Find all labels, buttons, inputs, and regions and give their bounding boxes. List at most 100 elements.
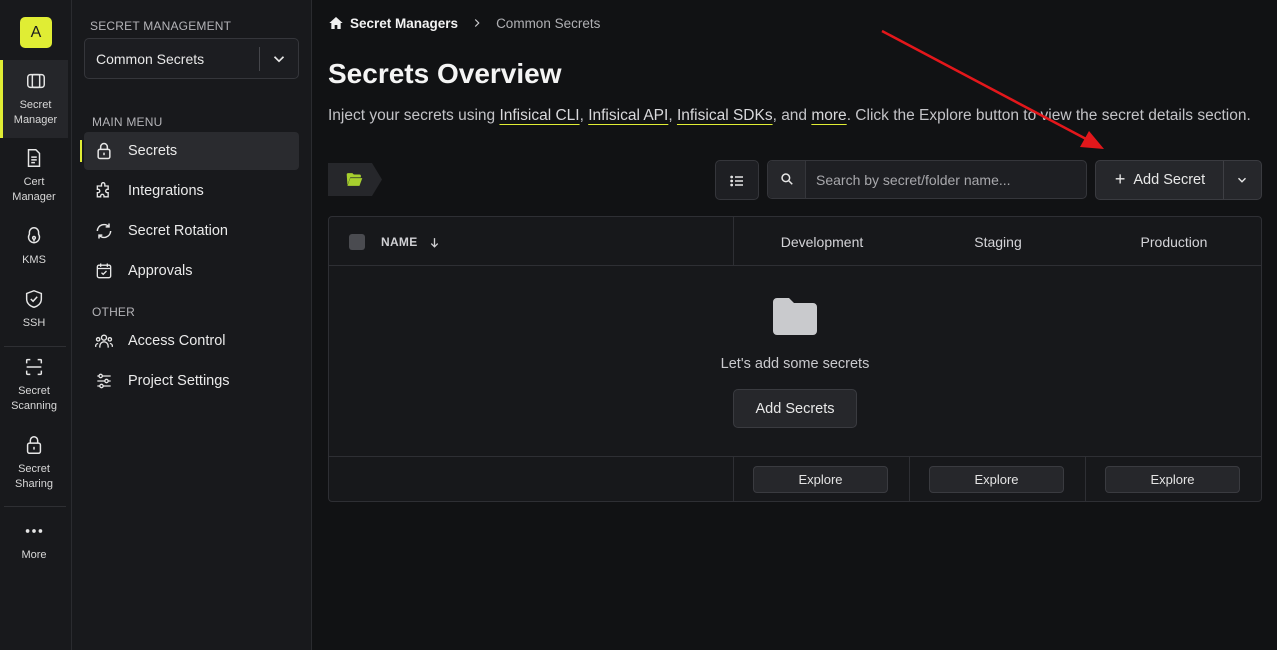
secret-manager-icon (26, 73, 45, 89)
explore-staging-button[interactable]: Explore (929, 466, 1064, 493)
rotation-icon (96, 223, 112, 239)
rail-label: Scanning (11, 400, 57, 412)
desc-text: , (579, 107, 589, 124)
chevron-right-icon (474, 19, 480, 27)
puzzle-icon (96, 182, 109, 198)
empty-state-text: Let's add some secrets (720, 356, 870, 372)
add-secret-button-group: + Add Secret (1095, 160, 1262, 200)
rail-item-kms[interactable]: KMS (0, 225, 68, 268)
column-divider (1085, 457, 1086, 502)
sidebar-item-label: Approvals (128, 263, 193, 279)
infisical-cli-link[interactable]: Infisical CLI (499, 107, 579, 124)
folder-path-root[interactable] (328, 163, 382, 196)
search-icon (781, 173, 793, 185)
env-header-production: Production (1140, 234, 1208, 250)
env-header-staging: Staging (974, 234, 1022, 250)
table-footer: Explore Explore Explore (329, 456, 1261, 502)
rail-label: Secret (18, 463, 50, 475)
rail-item-secret-scanning[interactable]: Secret Scanning (0, 356, 68, 414)
ssh-icon (25, 289, 43, 309)
rail-item-secret-sharing[interactable]: Secret Sharing (0, 434, 68, 492)
chevron-down-icon (1238, 177, 1246, 183)
approvals-icon (96, 263, 112, 279)
column-divider (733, 217, 734, 266)
main-menu-caption: MAIN MENU (92, 115, 163, 129)
secrets-overview-table: NAME Development Staging Production Let'… (328, 216, 1262, 502)
search-input[interactable] (816, 170, 1076, 190)
search-icon-box (768, 161, 806, 198)
search-box (767, 160, 1087, 199)
rail-label: Cert (23, 176, 45, 188)
sidebar-item-secret-rotation[interactable]: Secret Rotation (84, 212, 299, 250)
arrow-down-icon (430, 237, 438, 248)
sidebar-item-label: Project Settings (128, 373, 230, 389)
secret-scanning-icon (25, 358, 43, 376)
org-avatar[interactable]: A (20, 17, 52, 48)
rail-label: KMS (22, 254, 46, 266)
rail-label: Sharing (15, 478, 53, 490)
add-secrets-button[interactable]: Add Secrets (733, 389, 857, 428)
desc-text: . Click the Explore button to view the s… (846, 107, 1251, 124)
desc-text: Inject your secrets using (328, 107, 500, 124)
list-icon (730, 175, 743, 187)
desc-text: , (668, 107, 677, 124)
project-select[interactable]: Common Secrets (84, 38, 299, 79)
more-link[interactable]: more (811, 107, 846, 124)
page-title: Secrets Overview (328, 58, 562, 89)
rail-label: SSH (22, 317, 46, 329)
explore-development-button[interactable]: Explore (753, 466, 888, 493)
sidebar-item-label: Secrets (128, 143, 178, 159)
sidebar-item-access-control[interactable]: Access Control (84, 322, 299, 360)
rail-item-more[interactable]: More (0, 520, 68, 563)
desc-text: , and (772, 107, 812, 124)
name-column-header[interactable]: NAME (381, 235, 441, 249)
sidebar-item-secrets[interactable]: Secrets (84, 132, 299, 170)
other-caption: OTHER (92, 305, 135, 319)
infisical-sdks-link[interactable]: Infisical SDKs (677, 107, 773, 124)
add-secret-label: Add Secret (1133, 172, 1206, 188)
plus-icon: + (1114, 168, 1126, 189)
users-icon (95, 334, 113, 348)
kms-icon (27, 227, 41, 244)
name-header-label: NAME (381, 235, 418, 249)
page-description: Inject your secrets using Infisical CLI,… (328, 107, 1251, 125)
select-divider (259, 47, 260, 71)
sidebar-item-label: Access Control (128, 333, 226, 349)
chevron-down-icon (273, 56, 285, 63)
explore-production-button[interactable]: Explore (1105, 466, 1240, 493)
sliders-icon (97, 373, 111, 389)
sidebar-item-integrations[interactable]: Integrations (84, 172, 299, 210)
breadcrumb-current: Common Secrets (496, 15, 601, 31)
env-header-development: Development (780, 234, 864, 250)
cert-manager-icon (27, 149, 41, 167)
rail-item-ssh[interactable]: SSH (0, 288, 68, 331)
column-divider (909, 457, 910, 502)
section-caption: SECRET MANAGEMENT (90, 19, 232, 33)
product-rail: A Secret Manager Cert Manager KMS SSH Se… (0, 0, 72, 650)
view-options-button[interactable] (715, 160, 759, 200)
rail-item-secret-manager[interactable]: Secret Manager (0, 60, 68, 138)
folder-icon (773, 298, 817, 335)
rail-divider (4, 506, 66, 507)
breadcrumb: Secret Managers Common Secrets (328, 15, 600, 31)
infisical-api-link[interactable]: Infisical API (588, 107, 668, 124)
table-header: NAME Development Staging Production (329, 217, 1261, 266)
active-indicator (80, 140, 82, 162)
sidebar-item-approvals[interactable]: Approvals (84, 252, 299, 290)
rail-label: Secret (18, 385, 50, 397)
add-secret-dropdown-button[interactable] (1224, 161, 1261, 199)
secret-sharing-icon (26, 436, 42, 454)
column-divider (733, 457, 734, 502)
add-secret-button[interactable]: + Add Secret (1096, 161, 1224, 199)
lock-icon (97, 142, 111, 160)
select-all-checkbox[interactable] (349, 234, 365, 250)
rail-label: More (21, 549, 47, 561)
breadcrumb-root[interactable]: Secret Managers (350, 16, 458, 31)
rail-label: Manager (12, 191, 56, 203)
rail-item-cert-manager[interactable]: Cert Manager (0, 147, 68, 205)
rail-label: Secret (19, 99, 52, 111)
sidebar-item-project-settings[interactable]: Project Settings (84, 362, 299, 400)
project-select-value: Common Secrets (96, 51, 205, 67)
home-icon[interactable] (328, 15, 344, 31)
project-sidebar: SECRET MANAGEMENT Common Secrets MAIN ME… (72, 0, 312, 650)
